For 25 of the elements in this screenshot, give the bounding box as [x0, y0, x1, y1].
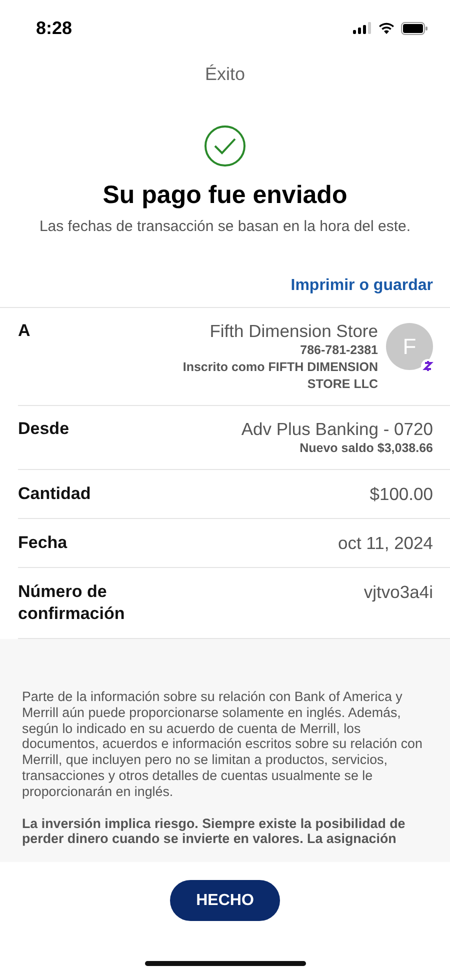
row-label: A [18, 320, 32, 342]
row-value: vjtvo3a4i [364, 581, 433, 603]
row-label: Desde [18, 418, 70, 440]
checkmark-icon [204, 125, 246, 167]
screen-title: Éxito [204, 64, 246, 85]
row-label: Fecha [18, 532, 68, 554]
print-save-link[interactable]: Imprimir o guardar [290, 277, 433, 295]
row-note: Nuevo saldo $3,038.66 [300, 440, 433, 457]
row-label: Cantidad [18, 483, 92, 505]
row-value: Fifth Dimension Store [210, 320, 378, 342]
signal-icon [353, 22, 372, 34]
row-value: $100.00 [370, 483, 433, 505]
row-note: 786-781-2381 [300, 342, 378, 359]
risk-warning: La inversión implica riesgo. Siempre existe la posibilidad de perder dinero cuando se invierte en valores. La asignación [22, 816, 406, 848]
timezone-note: Las fechas de transacción se basan en la hora del este. [39, 218, 411, 235]
row-value: Adv Plus Banking - 0720 [241, 418, 433, 440]
language-disclaimer: Parte de la información sobre su relación con Bank of America y Merrill aún puede proporcionarse solamente en inglés. Además, según lo indicado en su acuerdo de cuenta de Merrill, los documentos, acuerdos e información escritos sobre su relación con Merrill, que incluyen pero no se limitan a productos, servicios, transacciones y otros detalles de cuentas usualmente se le proporcionarán en inglés. [22, 689, 424, 800]
clock: 8:28 [36, 18, 72, 38]
row-label: Número de confirmación [18, 581, 126, 625]
row-note: Inscrito como FIFTH DIMENSION STORE LLC [182, 359, 378, 393]
battery-icon [401, 22, 428, 34]
done-button[interactable]: HECHO [170, 880, 280, 921]
row-value: oct 11, 2024 [338, 532, 433, 554]
wifi-icon [378, 22, 395, 34]
confirmation-heading: Su pago fue enviado [102, 181, 348, 210]
